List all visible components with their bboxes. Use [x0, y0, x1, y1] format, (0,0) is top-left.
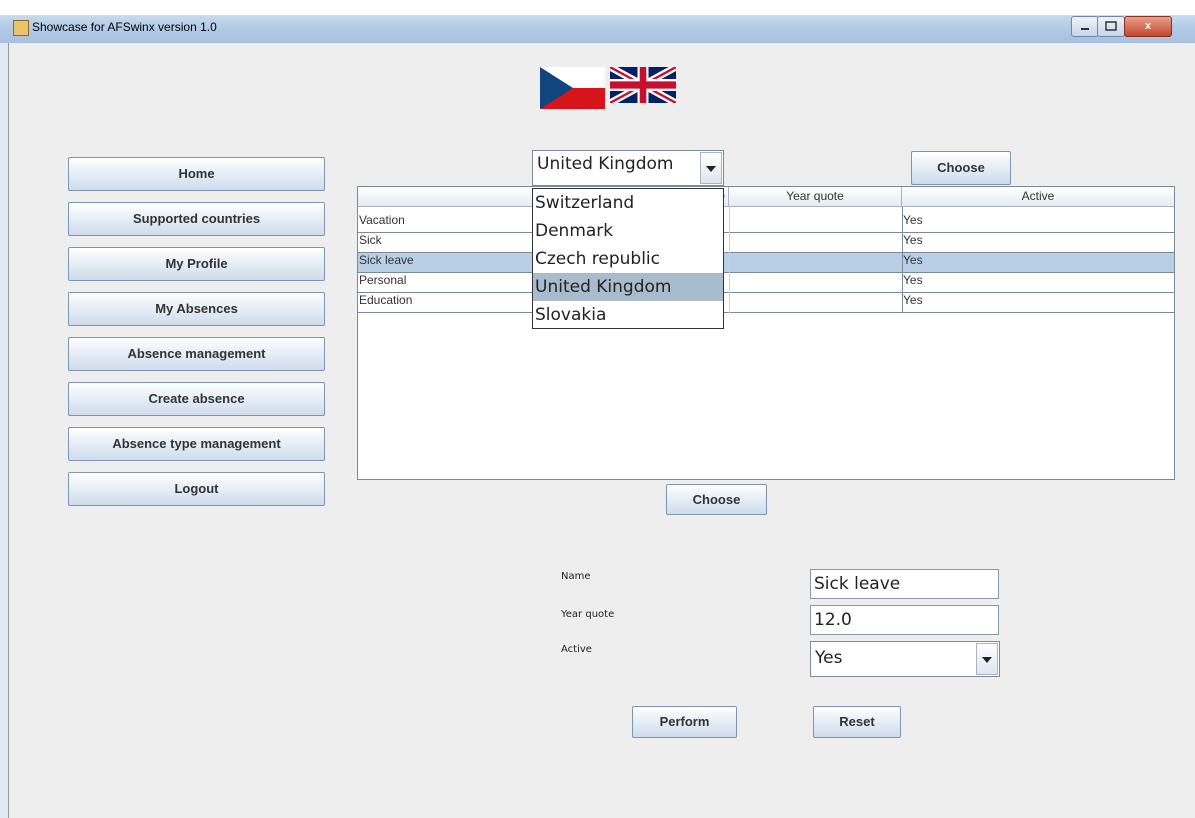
cell-active: Yes: [903, 233, 923, 247]
table-row-selected[interactable]: Sick leave Yes: [358, 253, 1174, 273]
minimize-icon: [1081, 28, 1089, 30]
country-option-czech-republic[interactable]: Czech republic: [533, 245, 723, 273]
java-app-icon: [13, 20, 29, 36]
cell-active: Yes: [903, 273, 923, 287]
reset-button[interactable]: Reset: [813, 706, 901, 738]
choose-country-button[interactable]: Choose: [911, 151, 1011, 185]
year-quote-field[interactable]: 12.0: [810, 605, 999, 635]
nav-my-profile-button[interactable]: My Profile: [68, 247, 325, 281]
column-header-active[interactable]: Active: [902, 187, 1174, 207]
active-label: Active: [561, 644, 592, 655]
chevron-down-icon[interactable]: [976, 643, 998, 675]
table-row[interactable]: Education Yes: [358, 293, 1174, 313]
active-select[interactable]: Yes: [810, 641, 1000, 677]
country-option-united-kingdom[interactable]: United Kingdom: [533, 273, 723, 301]
country-dropdown-list[interactable]: Switzerland Denmark Czech republic Unite…: [532, 188, 724, 329]
nav-absence-management-button[interactable]: Absence management: [68, 337, 325, 371]
column-header-year-quote[interactable]: Year quote: [729, 187, 902, 207]
year-quote-label: Year quote: [561, 609, 615, 620]
active-select-value: Yes: [815, 648, 843, 668]
choose-row-button[interactable]: Choose: [666, 484, 767, 515]
nav-home-button[interactable]: Home: [68, 157, 325, 191]
close-icon: x: [1144, 20, 1152, 32]
chevron-down-icon[interactable]: [700, 152, 722, 184]
maximize-button[interactable]: [1097, 16, 1125, 37]
name-label: Name: [561, 571, 591, 582]
window-border: [0, 43, 8, 818]
table-row[interactable]: Vacation Yes: [358, 213, 1174, 233]
country-option-slovakia[interactable]: Slovakia: [533, 301, 723, 329]
cell-year-quote: [729, 273, 902, 292]
perform-button[interactable]: Perform: [632, 706, 737, 738]
close-button[interactable]: x: [1124, 16, 1172, 37]
uk-flag[interactable]: [610, 67, 676, 103]
cell-year-quote: [729, 213, 902, 232]
cell-active: Yes: [903, 293, 923, 307]
column-divider: [902, 207, 903, 313]
absence-types-table[interactable]: Name Year quote Active Vacation Yes Sick…: [357, 186, 1175, 480]
country-select[interactable]: United Kingdom: [532, 150, 724, 186]
maximize-icon: [1105, 21, 1117, 31]
nav-my-absences-button[interactable]: My Absences: [68, 292, 325, 326]
cell-year-quote: [729, 233, 902, 252]
country-option-denmark[interactable]: Denmark: [533, 217, 723, 245]
cell-year-quote: [729, 293, 902, 312]
country-option-switzerland[interactable]: Switzerland: [533, 189, 723, 217]
nav-supported-countries-button[interactable]: Supported countries: [68, 202, 325, 236]
cell-active: Yes: [903, 213, 923, 227]
window-title: Showcase for AFSwinx version 1.0: [32, 20, 217, 34]
column-divider: [729, 207, 730, 313]
cell-year-quote: [729, 253, 902, 272]
minimize-button[interactable]: [1071, 16, 1099, 37]
nav-absence-type-management-button[interactable]: Absence type management: [68, 427, 325, 461]
nav-logout-button[interactable]: Logout: [68, 472, 325, 506]
czech-flag[interactable]: [540, 67, 605, 109]
nav-create-absence-button[interactable]: Create absence: [68, 382, 325, 416]
table-row[interactable]: Sick Yes: [358, 233, 1174, 253]
table-row[interactable]: Personal Yes: [358, 273, 1174, 293]
cell-active: Yes: [903, 253, 923, 267]
country-select-value: United Kingdom: [537, 154, 674, 174]
name-field[interactable]: Sick leave: [810, 569, 999, 599]
